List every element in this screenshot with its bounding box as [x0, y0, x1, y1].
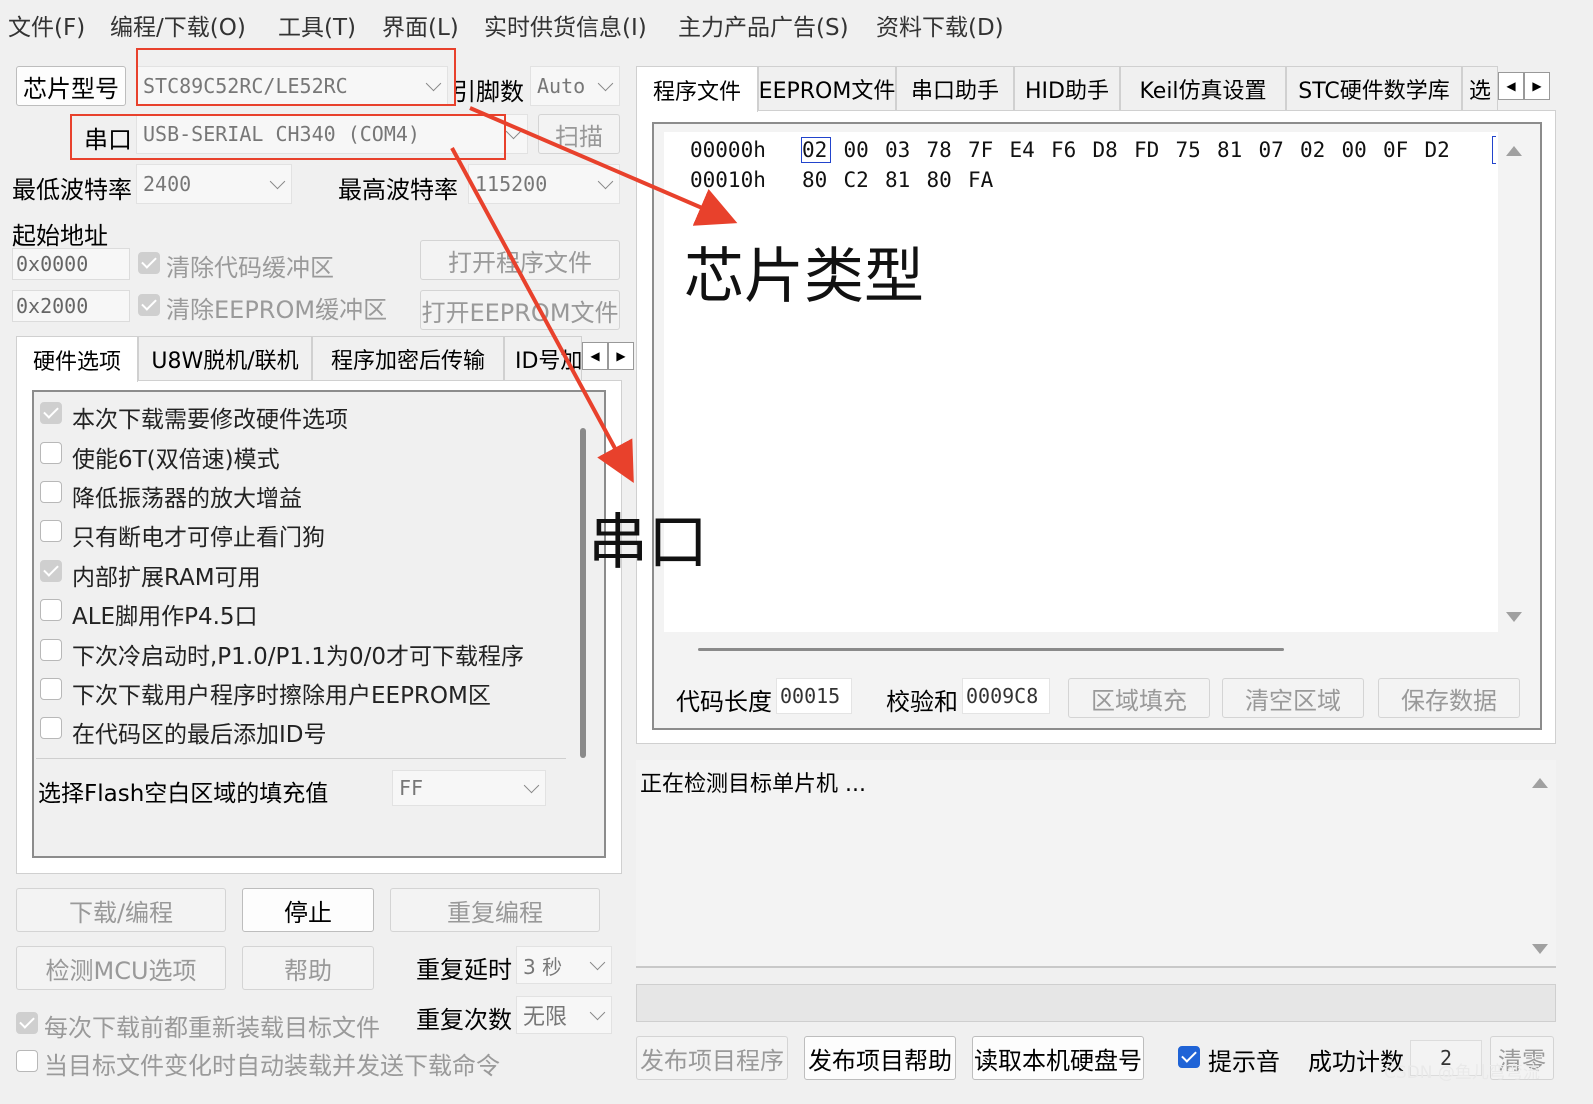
watermark: CSDN @鱼儿弯弯流	[1384, 1063, 1540, 1083]
tab-hardware-options[interactable]: 硬件选项	[16, 336, 138, 382]
arrow-to-port-label	[450, 147, 634, 484]
arrow-to-chip-label	[469, 106, 738, 226]
annotation-arrows	[450, 106, 738, 484]
tab-program-file[interactable]: 程序文件	[636, 66, 758, 112]
annotation-chip-type: 芯片类型	[684, 242, 924, 312]
annotation-serial-port: 串口	[588, 508, 708, 578]
